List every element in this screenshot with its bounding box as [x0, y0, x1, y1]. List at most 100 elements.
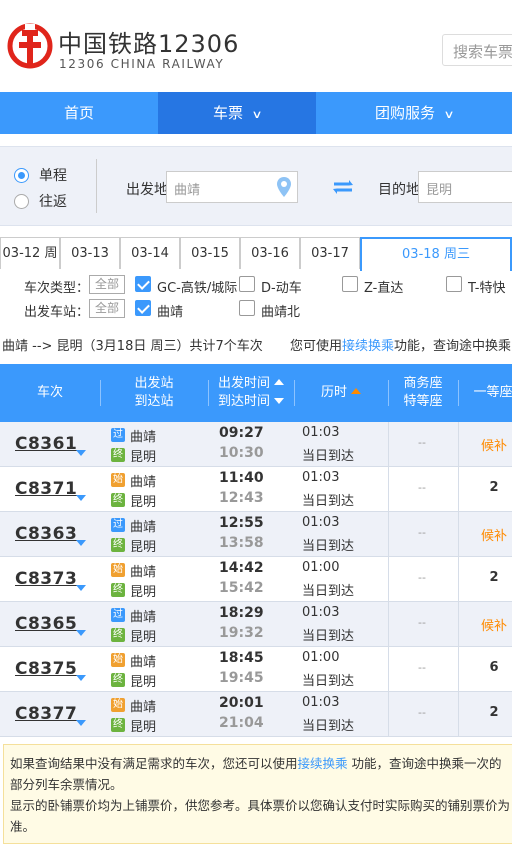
to-station: 昆明 [130, 585, 157, 600]
duration: 01:03 [302, 605, 340, 620]
train-number-link[interactable]: C8363 [15, 524, 77, 544]
date-tab[interactable]: 03-17 [300, 237, 360, 269]
date-tab[interactable]: 03-13 [60, 237, 120, 269]
site-search-input[interactable]: 搜索车票 [442, 34, 512, 66]
first-class-seat: 2 [489, 480, 499, 495]
table-row[interactable]: C8371 始曲靖终昆明 11:40 12:43 01:03 当日到达 -- 2 [0, 467, 512, 512]
to-station: 昆明 [130, 720, 157, 735]
swap-stations-icon[interactable] [332, 179, 354, 195]
transfer-link[interactable]: 接续换乘 [342, 339, 394, 354]
train-type-all-button[interactable]: 全部 [89, 275, 125, 294]
from-station: 曲靖 [130, 655, 157, 670]
train-type-filter: 车次类型： 全部 GC-高铁/城际 D-动车 Z-直达 T-特快 [0, 273, 512, 299]
first-class-seat: 2 [489, 705, 499, 720]
date-tab[interactable]: 03-12 周 [0, 237, 60, 269]
table-row[interactable]: C8365 过曲靖终昆明 18:29 19:32 01:03 当日到达 -- 候补 [0, 602, 512, 647]
table-row[interactable]: C8373 始曲靖终昆明 14:42 15:42 01:00 当日到达 -- 2 [0, 557, 512, 602]
nav-item-home[interactable]: 首页 [0, 92, 158, 134]
table-header: 车次 出发站 到达站 出发时间 到达时间 历时 商务座 特等座 一等座 [0, 364, 512, 422]
chevron-down-icon: ∨ [443, 108, 455, 121]
sort-arr-time[interactable]: 到达时间 [218, 393, 284, 411]
to-station: 昆明 [130, 540, 157, 555]
station-type-badge: 始 [111, 698, 125, 712]
sort-asc-icon [351, 388, 361, 394]
sort-dep-time[interactable]: 出发时间 [218, 375, 284, 393]
train-number-link[interactable]: C8375 [15, 659, 77, 679]
station-type-badge: 终 [111, 493, 125, 507]
train-type-label: 车次类型： [24, 281, 90, 296]
notice-transfer-link[interactable]: 接续换乘 [298, 756, 348, 771]
first-class-seat[interactable]: 候补 [472, 435, 512, 454]
notice-line1-prefix: 如果查询结果中没有满足需求的车次，您还可以使用 [10, 756, 298, 771]
sort-asc-icon [274, 379, 284, 385]
train-number-link[interactable]: C8371 [15, 479, 77, 499]
train-number-link[interactable]: C8361 [15, 434, 77, 454]
china-railway-logo-icon[interactable] [6, 22, 54, 72]
date-tab[interactable]: 03-15 [180, 237, 240, 269]
date-tab-active[interactable]: 03-18 周三 [360, 237, 512, 271]
arrival-time: 15:42 [219, 580, 264, 596]
station-type-badge: 始 [111, 563, 125, 577]
nav-item-tickets[interactable]: 车票 ∨ [158, 92, 316, 134]
trip-type-label: 往返 [39, 194, 67, 210]
col-times[interactable]: 出发时间 到达时间 [208, 364, 294, 422]
station-type-badge: 始 [111, 653, 125, 667]
trip-type-roundtrip[interactable]: 往返 [14, 191, 67, 211]
to-station-input[interactable]: 昆明 [418, 171, 512, 203]
col-duration[interactable]: 历时 [294, 364, 388, 422]
divider [388, 422, 389, 466]
divider [388, 467, 389, 511]
table-row[interactable]: C8363 过曲靖终昆明 12:55 13:58 01:03 当日到达 -- 候补 [0, 512, 512, 557]
location-pin-icon[interactable] [277, 177, 291, 197]
station-type-badge: 终 [111, 718, 125, 732]
arrive-day: 当日到达 [302, 719, 355, 734]
expand-stops-icon[interactable] [76, 720, 86, 726]
business-seat: -- [418, 526, 426, 539]
expand-stops-icon[interactable] [76, 540, 86, 546]
from-station: 曲靖 [130, 700, 157, 715]
arrive-day: 当日到达 [302, 449, 355, 464]
expand-stops-icon[interactable] [76, 675, 86, 681]
radio-button[interactable] [14, 167, 29, 183]
expand-stops-icon[interactable] [76, 495, 86, 501]
business-seat: -- [418, 481, 426, 494]
result-summary-text: 曲靖 --> 昆明（3月18日 周三）共计7个车次 [2, 339, 263, 354]
business-seat: -- [418, 436, 426, 449]
train-number-link[interactable]: C8373 [15, 569, 77, 589]
checkbox-z[interactable] [342, 276, 358, 292]
table-row[interactable]: C8375 始曲靖终昆明 18:45 19:45 01:00 当日到达 -- 6 [0, 647, 512, 692]
divider [388, 512, 389, 556]
station-all-button[interactable]: 全部 [89, 299, 125, 318]
to-station: 昆明 [130, 675, 157, 690]
divider [458, 422, 459, 466]
train-number-link[interactable]: C8365 [15, 614, 77, 634]
expand-stops-icon[interactable] [76, 450, 86, 456]
first-class-seat[interactable]: 候补 [472, 525, 512, 544]
station-type-badge: 终 [111, 628, 125, 642]
first-class-seat[interactable]: 候补 [472, 615, 512, 634]
trip-type-oneway[interactable]: 单程 [14, 165, 67, 185]
checkbox-t[interactable] [446, 276, 462, 292]
divider [96, 159, 97, 213]
expand-stops-icon[interactable] [76, 585, 86, 591]
radio-button[interactable] [14, 193, 29, 209]
first-class-seat: 6 [489, 660, 499, 675]
nav-item-group-service[interactable]: 团购服务 ∨ [316, 92, 512, 134]
checkbox-d[interactable] [239, 276, 255, 292]
table-row[interactable]: C8377 始曲靖终昆明 20:01 21:04 01:03 当日到达 -- 2 [0, 692, 512, 737]
train-table-body: C8361 过曲靖终昆明 09:27 10:30 01:03 当日到达 -- 候补 C8371 始… [0, 422, 512, 737]
train-number-link[interactable]: C8377 [15, 704, 77, 724]
checkbox-gc[interactable] [135, 276, 151, 292]
table-row[interactable]: C8361 过曲靖终昆明 09:27 10:30 01:03 当日到达 -- 候补 [0, 422, 512, 467]
departure-time: 09:27 [219, 425, 264, 441]
expand-stops-icon[interactable] [76, 630, 86, 636]
nav-item-label: 首页 [63, 104, 94, 122]
date-tab[interactable]: 03-14 [120, 237, 180, 269]
col-first-label: 一等座 [473, 385, 512, 400]
checkbox-station-qujingbei[interactable] [239, 300, 255, 316]
from-station: 曲靖 [130, 520, 157, 535]
date-tab[interactable]: 03-16 [240, 237, 300, 269]
from-station-input[interactable]: 曲靖 [166, 171, 298, 203]
arrival-time: 10:30 [219, 445, 264, 461]
checkbox-station-qujing[interactable] [135, 300, 151, 316]
